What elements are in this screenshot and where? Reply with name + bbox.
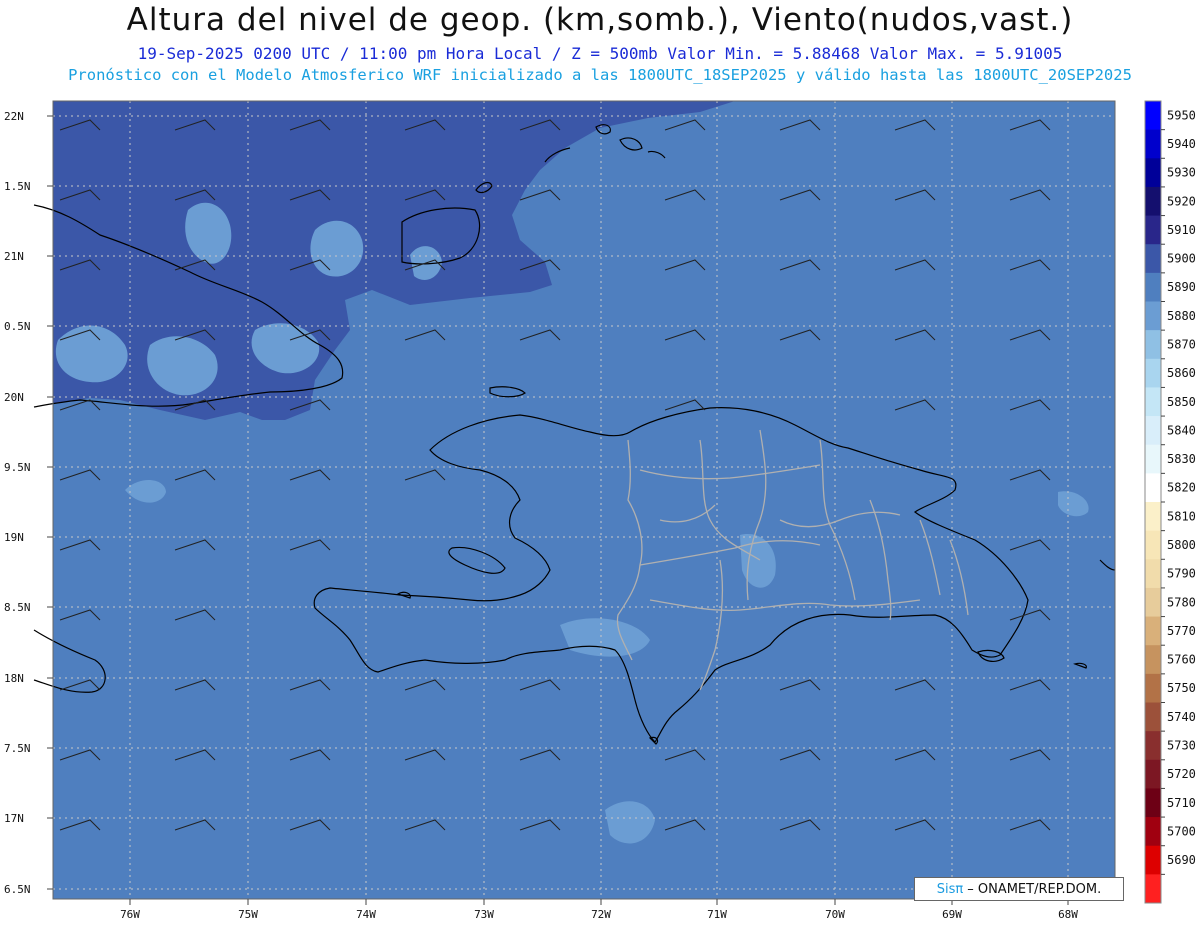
colorbar-swatch	[1145, 559, 1161, 589]
lat-label: 0.5N	[4, 320, 31, 333]
colorbar-label: 5710	[1167, 796, 1196, 810]
colorbar-swatch	[1145, 387, 1161, 417]
colorbar-label: 5730	[1167, 738, 1196, 752]
colorbar-swatch	[1145, 874, 1161, 904]
colorbar-label: 5870	[1167, 337, 1196, 351]
colorbar-swatch	[1145, 101, 1161, 131]
colorbar-swatch	[1145, 530, 1161, 560]
credit-text: – ONAMET/REP.DOM.	[967, 881, 1102, 897]
lat-label: 22N	[4, 110, 24, 123]
lon-label: 76W	[120, 908, 140, 921]
colorbar-swatch	[1145, 215, 1161, 245]
lon-label: 75W	[238, 908, 258, 921]
colorbar-swatch	[1145, 731, 1161, 761]
colorbar-swatch	[1145, 616, 1161, 646]
colorbar-label: 5860	[1167, 366, 1196, 380]
colorbar-swatch	[1145, 473, 1161, 503]
colorbar-label: 5890	[1167, 280, 1196, 294]
colorbar-label: 5930	[1167, 166, 1196, 180]
colorbar-label: 5700	[1167, 824, 1196, 838]
lon-label: 69W	[942, 908, 962, 921]
colorbar-swatch	[1145, 158, 1161, 188]
colorbar-swatch	[1145, 845, 1161, 875]
colorbar-swatch	[1145, 129, 1161, 159]
colorbar-swatch	[1145, 444, 1161, 474]
colorbar-swatch	[1145, 330, 1161, 360]
colorbar-swatch	[1145, 502, 1161, 532]
colorbar-label: 5750	[1167, 681, 1196, 695]
lat-label: 21N	[4, 250, 24, 263]
latitude-axis: 22N 1.5N 21N 0.5N 20N 9.5N 19N 8.5N 18N …	[4, 110, 31, 896]
lon-label: 74W	[356, 908, 376, 921]
credit-box: Sisπ – ONAMET/REP.DOM.	[914, 877, 1124, 901]
colorbar-label: 5690	[1167, 853, 1196, 867]
colorbar-swatch	[1145, 416, 1161, 446]
colorbar-label: 5720	[1167, 767, 1196, 781]
sispi-logo: Sisπ	[936, 881, 964, 897]
lat-label: 17N	[4, 812, 24, 825]
lon-label: 71W	[707, 908, 727, 921]
longitude-axis: 76W 75W 74W 73W 72W 71W 70W 69W 68W	[120, 908, 1078, 921]
lat-label: 7.5N	[4, 742, 31, 755]
colorbar-label: 5790	[1167, 567, 1196, 581]
colorbar-label: 5800	[1167, 538, 1196, 552]
lat-label: 8.5N	[4, 601, 31, 614]
forecast-map: 22N 1.5N 21N 0.5N 20N 9.5N 19N 8.5N 18N …	[4, 100, 1196, 921]
colorbar-label: 5840	[1167, 423, 1196, 437]
colorbar-swatch	[1145, 244, 1161, 274]
lat-label: 20N	[4, 391, 24, 404]
lat-label: 18N	[4, 672, 24, 685]
colorbar-swatch	[1145, 272, 1161, 302]
lon-label: 72W	[591, 908, 611, 921]
colorbar-swatch	[1145, 702, 1161, 732]
colorbar-label: 5780	[1167, 595, 1196, 609]
colorbar-label: 5920	[1167, 194, 1196, 208]
colorbar-label: 5850	[1167, 395, 1196, 409]
lon-label: 70W	[825, 908, 845, 921]
colorbar-label: 5900	[1167, 252, 1196, 266]
colorbar-label: 5760	[1167, 653, 1196, 667]
colorbar-label: 5810	[1167, 509, 1196, 523]
colorbar-swatch	[1145, 587, 1161, 618]
colorbar-label: 5820	[1167, 481, 1196, 495]
lat-label: 1.5N	[4, 180, 31, 193]
colorbar-swatch	[1145, 817, 1161, 847]
colorbar-swatch	[1145, 358, 1161, 388]
colorbar-label: 5880	[1167, 309, 1196, 323]
colorbar-label: 5770	[1167, 624, 1196, 638]
colorbar-swatch	[1145, 788, 1161, 818]
colorbar-label: 5740	[1167, 710, 1196, 724]
lon-label: 68W	[1058, 908, 1078, 921]
lat-label: 19N	[4, 531, 24, 544]
colorbar-swatch	[1145, 645, 1161, 675]
lat-label: 6.5N	[4, 883, 31, 896]
colorbar-label: 5910	[1167, 223, 1196, 237]
colorbar-swatch	[1145, 301, 1161, 331]
colorbar-swatch	[1145, 759, 1161, 789]
colorbar-swatch	[1145, 673, 1161, 703]
lon-label: 73W	[474, 908, 494, 921]
colorbar-label: 5830	[1167, 452, 1196, 466]
colorbar: 5950 5940 5930 5920 5910 5900 5890 5880 5870 5860…	[1144, 100, 1196, 904]
lat-label: 9.5N	[4, 461, 31, 474]
colorbar-label: 5940	[1167, 137, 1196, 151]
colorbar-label: 5950	[1167, 108, 1196, 122]
colorbar-swatch	[1145, 186, 1161, 217]
